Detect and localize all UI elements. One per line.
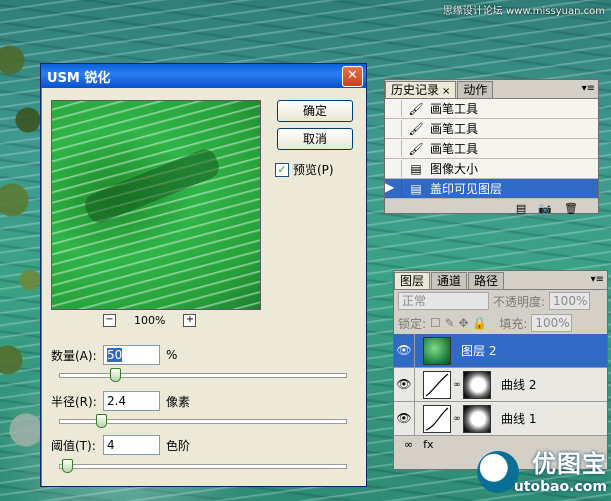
zoom-value: 100% (134, 314, 166, 327)
threshold-input[interactable]: 4 (103, 435, 160, 455)
close-button[interactable]: ✕ (342, 66, 363, 87)
layer-name: 图层 2 (461, 344, 497, 358)
history-item[interactable]: 🖌 画笔工具 (385, 99, 598, 119)
layer-mask-thumbnail (463, 370, 491, 399)
ok-button[interactable]: 确定 (277, 100, 353, 122)
blend-mode-select[interactable]: 正常 (398, 292, 489, 310)
layer-row[interactable]: 👁 ∞ 曲线 2 (394, 368, 607, 402)
zoom-out-button[interactable]: − (103, 314, 116, 327)
threshold-row: 阈值(T): 4 色阶 (51, 435, 190, 455)
fill-input[interactable]: 100% (531, 314, 573, 332)
brush-icon: 🖌 (408, 141, 424, 156)
zoom-in-button[interactable]: + (183, 314, 197, 327)
opacity-input[interactable]: 100% (549, 292, 591, 310)
brand-url: utobao.com (513, 479, 607, 495)
document-icon: ▤ (410, 161, 422, 176)
threshold-slider[interactable] (59, 459, 347, 473)
blend-opacity-row: 正常 不透明度: 100% (394, 290, 607, 312)
fx-button[interactable]: fx (423, 438, 433, 451)
layer-mask-thumbnail (463, 404, 491, 433)
layers-panel: 图层 通道 路径 ▾≡ 正常 不透明度: 100% 锁定: ☐ ✎ ✥ 🔒 填充… (393, 270, 608, 470)
tab-layers[interactable]: 图层 (394, 272, 431, 289)
lock-label: 锁定: (398, 316, 427, 331)
radius-slider[interactable] (59, 414, 347, 428)
amount-slider-knob[interactable] (110, 368, 122, 382)
link-icon: ∞ (453, 379, 461, 390)
link-layers-icon[interactable]: ∞ (404, 438, 413, 451)
panel-menu-icon[interactable]: ▾≡ (591, 274, 604, 285)
amount-label: 数量(A): (51, 348, 97, 363)
zoom-controls: − 100% + (103, 314, 197, 327)
fill-label: 填充: (499, 316, 528, 331)
brush-icon: 🖌 (408, 121, 424, 136)
curves-icon (423, 404, 451, 433)
amount-input[interactable]: 50 (103, 345, 160, 365)
radius-row: 半径(R): 2.4 像素 (51, 391, 190, 411)
brush-icon: 🖌 (408, 101, 424, 116)
close-icon[interactable]: × (442, 86, 450, 97)
history-item[interactable]: 🖌 画笔工具 (385, 119, 598, 139)
tab-paths[interactable]: 路径 (468, 272, 505, 289)
history-item-active[interactable]: ▶ ▤ 盖印可见图层 (385, 179, 598, 199)
history-item[interactable]: ▤ 图像大小 (385, 159, 598, 179)
cancel-button[interactable]: 取消 (277, 128, 353, 150)
preview-checkbox-row[interactable]: ✓ 预览(P) (275, 161, 334, 178)
preview-label: 预览(P) (293, 163, 334, 177)
amount-row: 数量(A): 50 % (51, 345, 177, 365)
history-item[interactable]: 🖌 画笔工具 (385, 139, 598, 159)
history-footer: ▤ 📷 🗑 (385, 199, 598, 217)
layer-name: 曲线 1 (501, 412, 537, 426)
layer-name: 曲线 2 (501, 378, 537, 392)
dialog-titlebar[interactable]: USM 锐化 (41, 64, 366, 88)
preview-checkbox[interactable]: ✓ (275, 162, 289, 177)
preview-image[interactable] (51, 100, 261, 310)
amount-slider[interactable] (59, 368, 347, 382)
panel-menu-icon[interactable]: ▾≡ (582, 83, 595, 94)
brand-logo (477, 451, 519, 493)
curves-icon (423, 370, 451, 399)
link-icon: ∞ (453, 413, 461, 424)
history-panel: 历史记录 × 动作 ▾≡ 🖌 画笔工具 🖌 画笔工具 🖌 画笔工具 ▤ 图像大小 … (384, 79, 599, 217)
radius-input[interactable]: 2.4 (103, 391, 160, 411)
usm-sharpen-dialog: USM 锐化 ✕ 确定 取消 ✓ 预览(P) − 100% + 数量(A): 5… (40, 63, 367, 487)
lock-icons[interactable]: ☐ ✎ ✥ 🔒 (430, 316, 487, 330)
eye-icon[interactable]: 👁 (394, 368, 415, 401)
radius-unit: 像素 (166, 394, 191, 409)
trash-icon[interactable]: 🗑 (564, 202, 578, 215)
amount-unit: % (166, 348, 178, 362)
history-tabs: 历史记录 × 动作 (385, 80, 598, 99)
layer-row[interactable]: 👁 图层 2 (394, 334, 607, 368)
layers-tabs: 图层 通道 路径 (394, 271, 607, 290)
radius-label: 半径(R): (51, 394, 97, 409)
new-document-icon[interactable]: ▤ (516, 202, 526, 215)
layer-row[interactable]: 👁 ∞ 曲线 1 (394, 402, 607, 436)
brand-watermark: 优图宝 utobao.com (514, 444, 607, 495)
radius-slider-knob[interactable] (96, 414, 108, 428)
threshold-label: 阈值(T): (51, 438, 96, 453)
tab-actions[interactable]: 动作 (457, 81, 494, 98)
threshold-unit: 色阶 (166, 438, 191, 453)
lock-fill-row: 锁定: ☐ ✎ ✥ 🔒 填充: 100% (394, 312, 607, 334)
layer-thumbnail (423, 336, 451, 365)
watermark-text: 思缘设计论坛 www.missyuan.com (442, 6, 605, 17)
eye-icon[interactable]: 👁 (394, 402, 415, 435)
eye-icon[interactable]: 👁 (394, 334, 415, 367)
document-icon: ▤ (410, 181, 422, 196)
opacity-label: 不透明度: (493, 294, 546, 309)
threshold-slider-knob[interactable] (61, 459, 73, 473)
tab-history[interactable]: 历史记录 × (385, 81, 457, 98)
snapshot-icon[interactable]: 📷 (538, 202, 552, 215)
brand-name: 优图宝 (532, 450, 607, 478)
tab-channels[interactable]: 通道 (431, 272, 468, 289)
dialog-title: USM 锐化 (47, 70, 111, 86)
